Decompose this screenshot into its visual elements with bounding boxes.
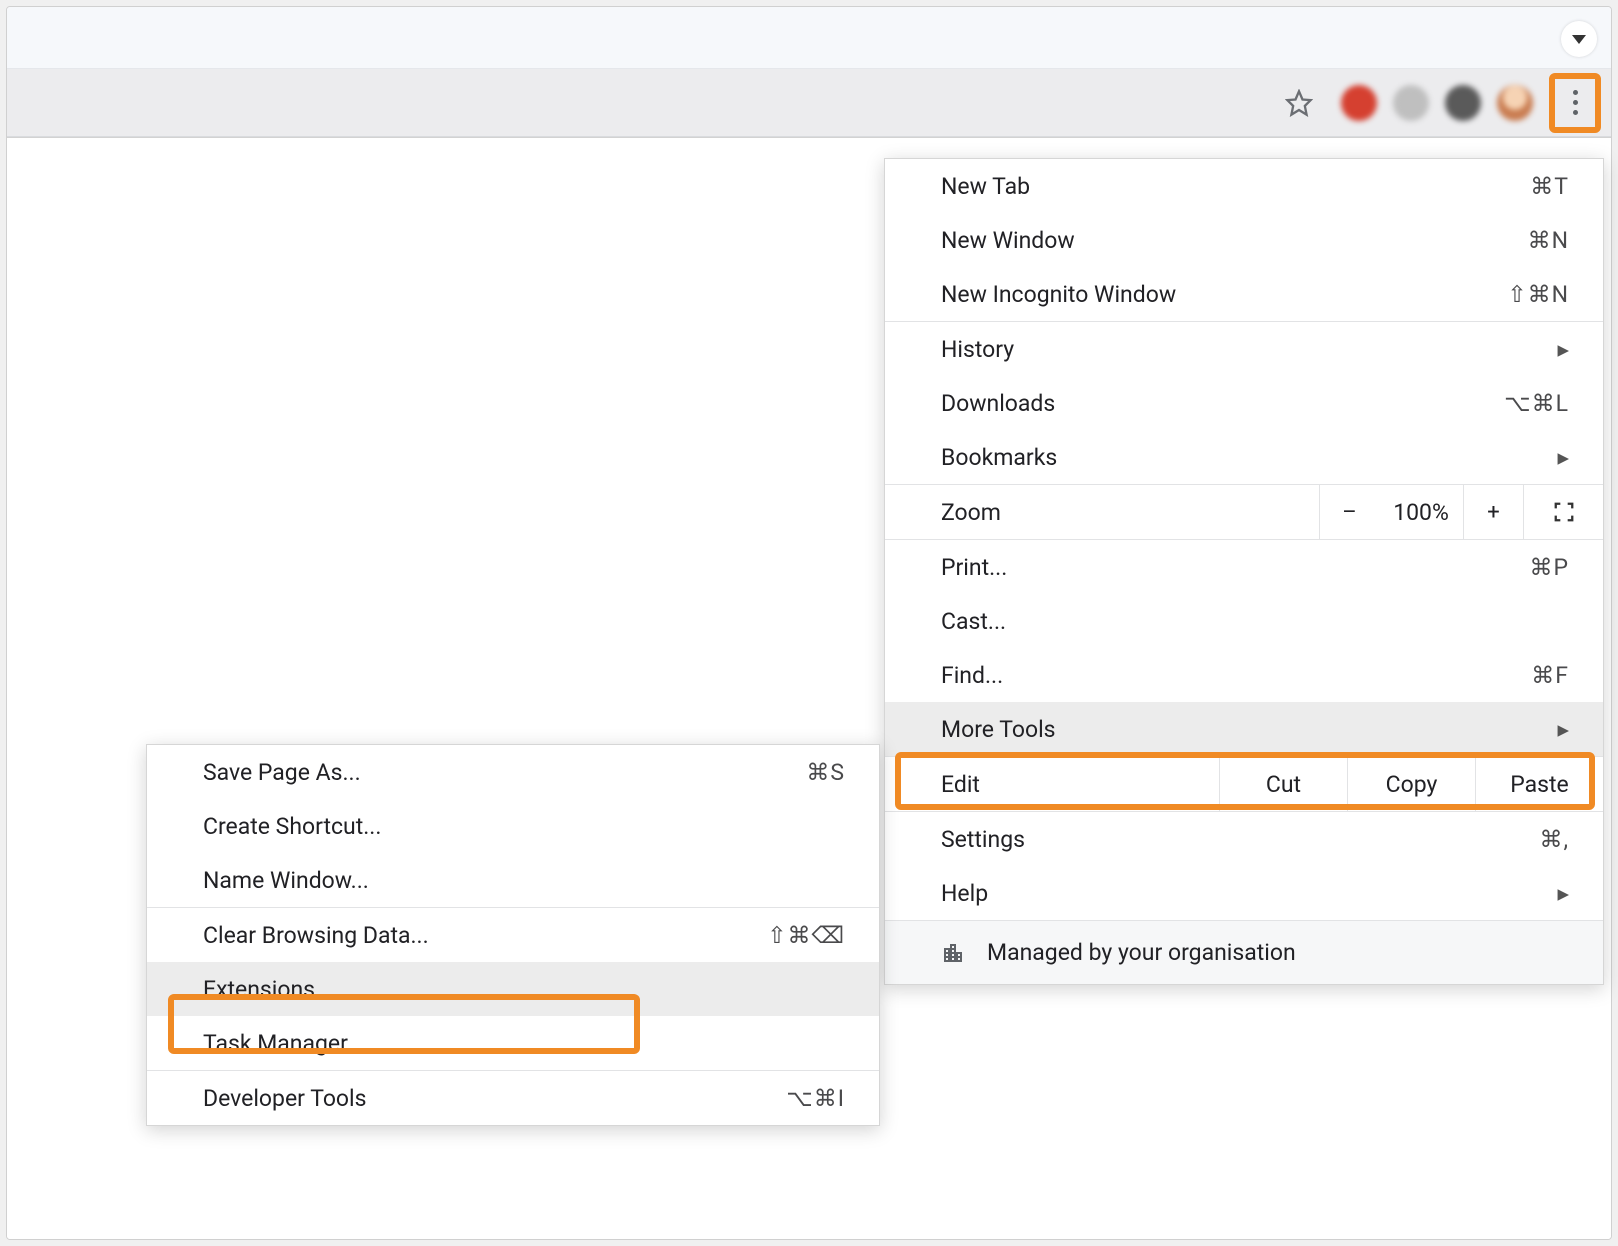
toolbar xyxy=(7,69,1611,137)
annotation-dropdown-badge xyxy=(1561,21,1597,57)
menu-item-settings[interactable]: Settings ⌘, xyxy=(885,812,1603,866)
shortcut-text: ⌘F xyxy=(1531,662,1569,689)
menu-item-bookmarks[interactable]: Bookmarks ▸ xyxy=(885,430,1603,484)
menu-item-print[interactable]: Print... ⌘P xyxy=(885,540,1603,594)
shortcut-text: ⇧⌘N xyxy=(1507,281,1569,308)
profile-avatar[interactable] xyxy=(1497,85,1533,121)
triangle-down-icon xyxy=(1572,35,1586,44)
shortcut-text: ⌘, xyxy=(1539,826,1569,853)
chevron-right-icon: ▸ xyxy=(1557,716,1569,743)
edit-label: Edit xyxy=(885,757,1219,811)
menu-item-help[interactable]: Help ▸ xyxy=(885,866,1603,920)
submenu-item-clear-browsing-data[interactable]: Clear Browsing Data... ⇧⌘⌫ xyxy=(147,908,879,962)
submenu-item-create-shortcut[interactable]: Create Shortcut... xyxy=(147,799,879,853)
managed-by-org[interactable]: Managed by your organisation xyxy=(885,920,1603,984)
menu-item-edit: Edit Cut Copy Paste xyxy=(885,756,1603,812)
submenu-item-save-page[interactable]: Save Page As... ⌘S xyxy=(147,745,879,799)
chrome-main-menu: New Tab ⌘T New Window ⌘N New Incognito W… xyxy=(884,158,1604,985)
cut-button[interactable]: Cut xyxy=(1219,757,1347,811)
more-tools-submenu: Save Page As... ⌘S Create Shortcut... Na… xyxy=(146,744,880,1126)
submenu-item-task-manager[interactable]: Task Manager xyxy=(147,1016,879,1070)
paste-button[interactable]: Paste xyxy=(1475,757,1603,811)
shortcut-text: ⌥⌘I xyxy=(786,1085,845,1112)
menu-item-cast[interactable]: Cast... xyxy=(885,594,1603,648)
menu-item-new-window[interactable]: New Window ⌘N xyxy=(885,213,1603,267)
shortcut-text: ⌘T xyxy=(1530,173,1569,200)
menu-item-more-tools[interactable]: More Tools ▸ xyxy=(885,702,1603,756)
annotation-highlight-more-button xyxy=(1549,73,1601,133)
bookmark-star-icon[interactable] xyxy=(1285,89,1313,117)
titlebar xyxy=(7,7,1611,69)
shortcut-text: ⌘N xyxy=(1528,227,1569,254)
shortcut-text: ⌘S xyxy=(806,759,845,786)
submenu-item-name-window[interactable]: Name Window... xyxy=(147,853,879,907)
extension-icon-3[interactable] xyxy=(1445,85,1481,121)
organisation-icon xyxy=(941,941,965,965)
menu-item-find[interactable]: Find... ⌘F xyxy=(885,648,1603,702)
submenu-item-developer-tools[interactable]: Developer Tools ⌥⌘I xyxy=(147,1071,879,1125)
zoom-value: 100% xyxy=(1379,485,1463,539)
menu-item-zoom: Zoom – 100% + xyxy=(885,484,1603,540)
managed-label: Managed by your organisation xyxy=(987,939,1296,966)
extension-icon-1[interactable] xyxy=(1341,85,1377,121)
shortcut-text: ⌥⌘L xyxy=(1504,390,1569,417)
fullscreen-button[interactable] xyxy=(1523,485,1603,539)
shortcut-text: ⌘P xyxy=(1529,554,1569,581)
menu-item-new-incognito[interactable]: New Incognito Window ⇧⌘N xyxy=(885,267,1603,321)
menu-item-new-tab[interactable]: New Tab ⌘T xyxy=(885,159,1603,213)
submenu-item-extensions[interactable]: Extensions xyxy=(147,962,879,1016)
chevron-right-icon: ▸ xyxy=(1557,444,1569,471)
zoom-in-button[interactable]: + xyxy=(1463,485,1523,539)
zoom-out-button[interactable]: – xyxy=(1319,485,1379,539)
menu-item-history[interactable]: History ▸ xyxy=(885,322,1603,376)
menu-item-downloads[interactable]: Downloads ⌥⌘L xyxy=(885,376,1603,430)
shortcut-text: ⇧⌘⌫ xyxy=(767,922,845,949)
extension-icon-2[interactable] xyxy=(1393,85,1429,121)
chevron-right-icon: ▸ xyxy=(1557,336,1569,363)
zoom-label: Zoom xyxy=(885,485,1319,539)
copy-button[interactable]: Copy xyxy=(1347,757,1475,811)
more-menu-button[interactable] xyxy=(1555,81,1595,125)
chevron-right-icon: ▸ xyxy=(1557,880,1569,907)
